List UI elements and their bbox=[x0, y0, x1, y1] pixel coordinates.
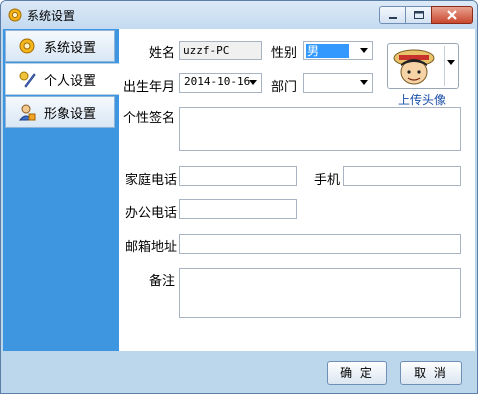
birth-date-picker[interactable]: 2014-10-16 bbox=[179, 73, 262, 93]
close-icon bbox=[447, 10, 457, 20]
avatar-divider bbox=[444, 46, 445, 86]
cancel-button[interactable]: 取 消 bbox=[400, 361, 462, 385]
avatar-picker[interactable] bbox=[387, 43, 459, 89]
pen-icon bbox=[19, 71, 36, 88]
sidebar-item-label: 系统设置 bbox=[44, 40, 97, 56]
birth-label: 出生年月 bbox=[123, 80, 176, 95]
avatar bbox=[393, 49, 435, 85]
user-icon bbox=[18, 104, 36, 121]
note-textarea[interactable] bbox=[179, 268, 461, 318]
home-phone-field[interactable] bbox=[179, 166, 297, 186]
note-label: 备注 bbox=[149, 274, 176, 289]
sidebar-item-avatar-settings[interactable]: 形象设置 bbox=[5, 96, 115, 128]
chevron-down-icon bbox=[447, 60, 455, 65]
gear-icon bbox=[19, 38, 35, 54]
settings-window: 系统设置 系统设置 个人设置 形象设置 姓名 uzzf-PC 性别 男 上传头像… bbox=[0, 0, 478, 394]
chevron-down-icon bbox=[249, 80, 257, 85]
department-select[interactable] bbox=[303, 73, 373, 93]
close-button[interactable] bbox=[431, 6, 473, 24]
chevron-down-icon bbox=[360, 48, 368, 53]
email-field[interactable] bbox=[179, 234, 461, 254]
office-phone-label: 办公电话 bbox=[125, 206, 178, 221]
window-title: 系统设置 bbox=[27, 9, 76, 23]
name-label: 姓名 bbox=[149, 46, 176, 61]
title-bar[interactable]: 系统设置 bbox=[1, 1, 477, 29]
department-label: 部门 bbox=[271, 80, 298, 95]
maximize-button[interactable] bbox=[405, 6, 432, 24]
sidebar-item-personal-settings[interactable]: 个人设置 bbox=[5, 63, 121, 95]
sidebar-item-label: 个人设置 bbox=[44, 73, 97, 89]
mobile-label: 手机 bbox=[314, 173, 341, 188]
birth-date-value: 2014-10-16 bbox=[184, 75, 251, 88]
sidebar: 系统设置 个人设置 形象设置 bbox=[3, 29, 121, 351]
ok-button[interactable]: 确 定 bbox=[327, 361, 387, 385]
gear-icon bbox=[8, 8, 22, 22]
chevron-down-icon bbox=[360, 80, 368, 85]
signature-label: 个性签名 bbox=[123, 111, 176, 126]
minimize-button[interactable] bbox=[379, 6, 406, 24]
mobile-field[interactable] bbox=[343, 166, 461, 186]
signature-textarea[interactable] bbox=[179, 107, 461, 151]
gender-label: 性别 bbox=[271, 46, 298, 61]
gender-selected-value: 男 bbox=[306, 44, 349, 58]
sidebar-item-system-settings[interactable]: 系统设置 bbox=[5, 30, 115, 62]
home-phone-label: 家庭电话 bbox=[125, 173, 178, 188]
minimize-icon bbox=[389, 17, 397, 19]
sidebar-item-label: 形象设置 bbox=[44, 106, 97, 122]
upload-avatar-link[interactable]: 上传头像 bbox=[398, 91, 446, 108]
email-label: 邮箱地址 bbox=[125, 240, 178, 255]
maximize-icon bbox=[414, 11, 424, 19]
gender-select[interactable]: 男 bbox=[303, 41, 373, 60]
office-phone-field[interactable] bbox=[179, 199, 297, 219]
name-field[interactable]: uzzf-PC bbox=[179, 41, 262, 60]
